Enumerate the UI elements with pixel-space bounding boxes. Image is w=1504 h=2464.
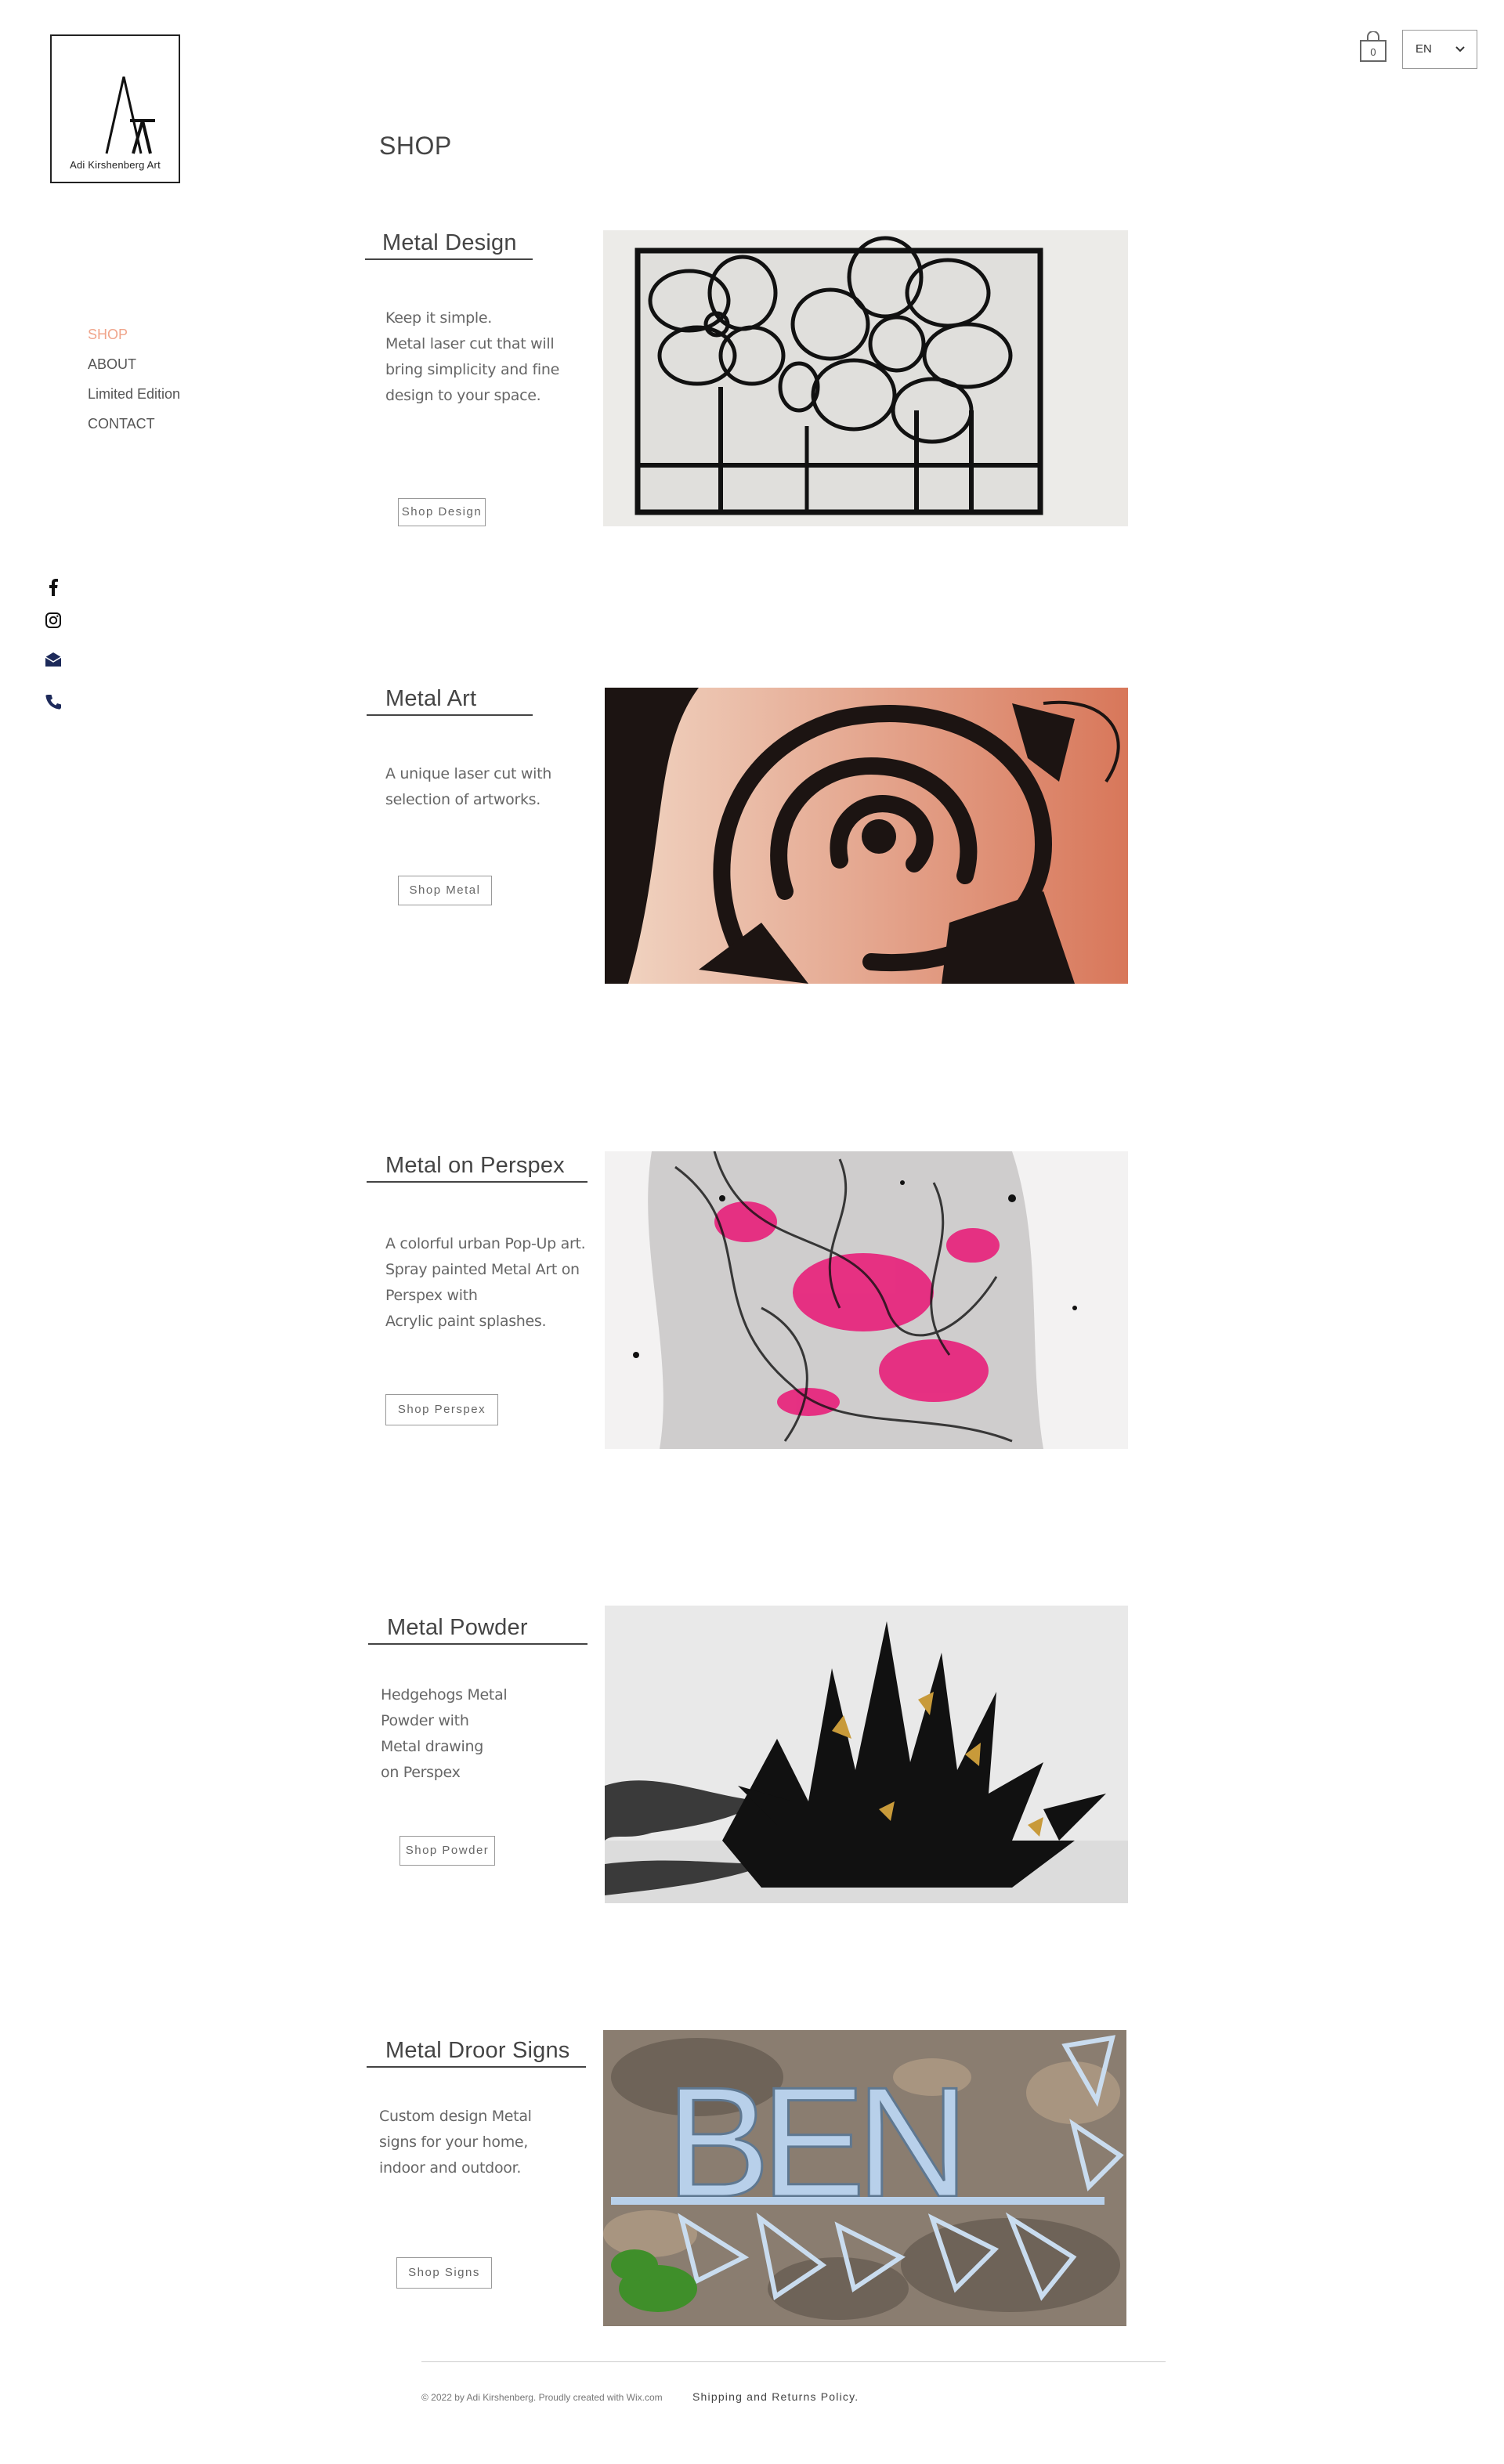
description-line: Powder with: [381, 1712, 469, 1729]
description-line: on Perspex: [381, 1764, 461, 1781]
shop-perspex-button[interactable]: Shop Perspex: [385, 1394, 498, 1425]
description-line: Perspex with: [385, 1287, 478, 1304]
section-title-metal-droor-signs: Metal Droor Signs: [385, 2038, 570, 2063]
description-line: Metal laser cut that will: [385, 335, 555, 352]
facebook-icon[interactable]: [44, 578, 63, 597]
section-divider: [367, 714, 533, 716]
description-line: Keep it simple.: [385, 309, 493, 327]
shop-signs-button[interactable]: Shop Signs: [396, 2257, 492, 2289]
description-line: A colorful urban Pop-Up art.: [385, 1235, 586, 1252]
instagram-icon[interactable]: [44, 611, 63, 630]
section-divider: [365, 258, 533, 260]
section-description: Hedgehogs Metal Powder with Metal drawin…: [381, 1682, 508, 1786]
description-line: Hedgehogs Metal: [381, 1686, 508, 1703]
site-nav: SHOP ABOUT Limited Edition CONTACT: [88, 320, 180, 439]
section-description: A colorful urban Pop-Up art. Spray paint…: [385, 1231, 586, 1335]
logo-text: Adi Kirshenberg Art: [70, 159, 161, 171]
section-title-metal-powder: Metal Powder: [387, 1615, 528, 1640]
copyright-text: © 2022 by Adi Kirshenberg. Proudly creat…: [421, 2392, 663, 2403]
shop-design-button[interactable]: Shop Design: [398, 498, 486, 526]
chevron-down-icon: [1455, 46, 1465, 52]
section-title-metal-art: Metal Art: [385, 686, 477, 711]
description-line: bring simplicity and fine: [385, 361, 560, 378]
section-divider: [368, 1643, 588, 1645]
logo[interactable]: Adi Kirshenberg Art: [50, 34, 180, 183]
section-title-metal-on-perspex: Metal on Perspex: [385, 1153, 565, 1178]
section-description: Keep it simple. Metal laser cut that wil…: [385, 305, 559, 409]
nav-item-about[interactable]: ABOUT: [88, 349, 180, 379]
section-description: Custom design Metal signs for your home,…: [379, 2104, 532, 2181]
description-line: A unique laser cut with: [385, 765, 551, 782]
description-line: signs for your home,: [379, 2133, 529, 2151]
metal-droor-signs-image[interactable]: BEN: [603, 2030, 1126, 2326]
phone-icon[interactable]: [44, 692, 63, 711]
shop-metal-button[interactable]: Shop Metal: [398, 876, 492, 905]
description-line: indoor and outdoor.: [379, 2159, 522, 2177]
language-value: EN: [1415, 42, 1432, 56]
email-icon[interactable]: [44, 650, 63, 669]
nav-item-contact[interactable]: CONTACT: [88, 409, 180, 439]
shipping-returns-policy-link[interactable]: Shipping and Returns Policy.: [692, 2390, 859, 2403]
section-divider: [367, 1181, 588, 1183]
section-divider: [367, 2066, 586, 2068]
description-line: selection of artworks.: [385, 791, 541, 808]
shop-powder-button[interactable]: Shop Powder: [400, 1836, 495, 1866]
cart-count: 0: [1370, 46, 1376, 58]
description-line: Metal drawing: [381, 1738, 484, 1755]
metal-powder-image[interactable]: [605, 1606, 1128, 1903]
metal-art-image[interactable]: [605, 688, 1128, 984]
description-line: Custom design Metal: [379, 2108, 532, 2125]
description-line: Acrylic paint splashes.: [385, 1313, 547, 1330]
metal-design-image[interactable]: [603, 230, 1128, 526]
nav-item-shop[interactable]: SHOP: [88, 320, 180, 349]
language-selector[interactable]: EN: [1402, 30, 1477, 69]
section-description: A unique laser cut with selection of art…: [385, 761, 551, 813]
section-title-metal-design: Metal Design: [382, 230, 517, 255]
page-title: SHOP: [379, 132, 452, 160]
cart-button[interactable]: 0: [1358, 31, 1388, 63]
description-line: design to your space.: [385, 387, 541, 404]
description-line: Spray painted Metal Art on: [385, 1261, 580, 1278]
metal-on-perspex-image[interactable]: [605, 1151, 1128, 1449]
footer-divider: [421, 2361, 1166, 2362]
nav-item-limited-edition[interactable]: Limited Edition: [88, 379, 180, 409]
